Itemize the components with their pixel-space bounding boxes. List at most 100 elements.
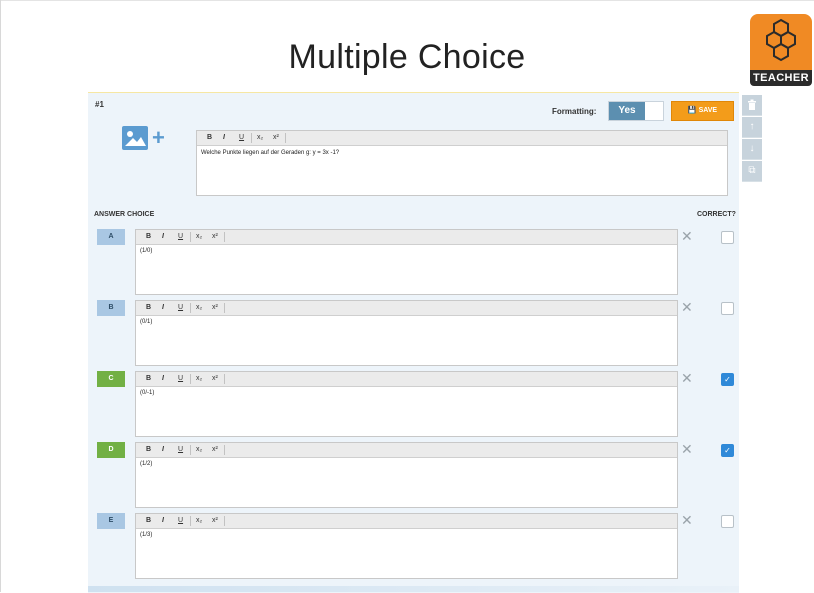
toolbar-separator [224,516,225,526]
toolbar-separator [285,133,286,143]
save-label: SAVE [698,107,718,114]
close-icon[interactable]: ✕ [681,299,693,316]
italic-button[interactable]: I [162,301,164,315]
editor-toolbar: B I Ux₂ x² [136,372,677,387]
subscript-button[interactable]: x₂ [257,131,263,145]
window-top-border [0,0,814,1]
subscript-button[interactable]: x₂ [196,514,202,528]
bold-button[interactable]: B [146,372,151,386]
correct-checkbox[interactable] [721,231,734,244]
toolbar-separator [190,445,191,455]
answer-editor-e[interactable]: B I Ux₂ x² (1/3) [135,513,678,579]
answer-text: (1/0) [140,248,153,254]
check-icon: ✓ [724,446,731,455]
editor-toolbar: B I U x₂ x² [197,131,727,146]
close-icon[interactable]: ✕ [681,370,693,387]
copy-icon[interactable]: ⧉ [742,161,762,182]
save-button[interactable]: 💾 SAVE [671,101,734,121]
correct-checkbox[interactable]: ✓ [721,444,734,457]
formatting-label: Formatting: [552,107,597,116]
honeycomb-icon [750,14,812,72]
toolbar-separator [224,303,225,313]
editor-toolbar: B I Ux₂ x² [136,443,677,458]
question-prompt: Welche Punkte liegen auf der Geraden g: … [201,150,340,156]
page-title: Multiple Choice [288,38,526,76]
correct-checkbox[interactable] [721,515,734,528]
underline-button[interactable]: U [178,372,183,386]
answer-letter-d: D [97,442,125,458]
underline-button[interactable]: U [178,443,183,457]
answer-text: (1/3) [140,532,153,538]
question-editor[interactable]: B I U x₂ x² Welche Punkte liegen auf der… [196,130,728,196]
close-icon[interactable]: ✕ [681,512,693,529]
answer-editor-a[interactable]: B I Ux₂ x² (1/0) [135,229,678,295]
superscript-button[interactable]: x² [212,514,218,528]
editor-toolbar: B I Ux₂ x² [136,301,677,316]
superscript-button[interactable]: x² [212,230,218,244]
window-left-border [0,0,1,592]
subscript-button[interactable]: x₂ [196,372,202,386]
toolbar-separator [224,232,225,242]
editor-toolbar: B I Ux₂ x² [136,514,677,529]
toolbar-separator [190,516,191,526]
correct-checkbox[interactable]: ✓ [721,373,734,386]
bold-button[interactable]: B [146,230,151,244]
subscript-button[interactable]: x₂ [196,230,202,244]
italic-button[interactable]: I [162,230,164,244]
underline-button[interactable]: U [178,230,183,244]
formatting-toggle[interactable]: Yes [608,101,664,121]
toolbar-separator [224,374,225,384]
answer-letter-c: C [97,371,125,387]
superscript-button[interactable]: x² [212,372,218,386]
bold-button[interactable]: B [146,301,151,315]
question-number: #1 [95,100,104,109]
save-icon: 💾 [687,107,697,114]
answer-editor-d[interactable]: B I Ux₂ x² (1/2) [135,442,678,508]
superscript-button[interactable]: x² [212,301,218,315]
toolbar-separator [251,133,252,143]
italic-button[interactable]: I [162,443,164,457]
check-icon: ✓ [724,375,731,384]
formatting-toggle-value: Yes [609,102,645,120]
correct-header: CORRECT? [697,211,736,218]
arrow-up-icon[interactable]: ↑ [742,117,762,138]
add-image-button[interactable]: + [122,126,182,152]
subscript-button[interactable]: x₂ [196,301,202,315]
toolbar-separator [224,445,225,455]
plus-icon: + [152,125,165,150]
answer-letter-a: A [97,229,125,245]
answer-letter-e: E [97,513,125,529]
close-icon[interactable]: ✕ [681,228,693,245]
trash-icon[interactable] [742,95,762,116]
answer-editor-b[interactable]: B I Ux₂ x² (0/1) [135,300,678,366]
superscript-button[interactable]: x² [273,131,279,145]
answer-editor-c[interactable]: B I Ux₂ x² (0/-1) [135,371,678,437]
answer-choice-header: ANSWER CHOICE [94,211,155,218]
answer-text: (1/2) [140,461,153,467]
bold-button[interactable]: B [146,514,151,528]
italic-button[interactable]: I [223,131,225,145]
image-icon [122,126,148,150]
toolbar-separator [190,303,191,313]
bold-button[interactable]: B [207,131,212,145]
underline-button[interactable]: U [178,514,183,528]
teacher-label: TEACHER [750,70,812,86]
italic-button[interactable]: I [162,514,164,528]
subscript-button[interactable]: x₂ [196,443,202,457]
underline-button[interactable]: U [239,131,244,145]
teacher-badge: TEACHER [750,14,812,86]
answer-text: (0/1) [140,319,153,325]
close-icon[interactable]: ✕ [681,441,693,458]
italic-button[interactable]: I [162,372,164,386]
arrow-down-icon[interactable]: ↓ [742,139,762,160]
panel-bottom-bar [88,586,739,592]
underline-button[interactable]: U [178,301,183,315]
answer-text: (0/-1) [140,390,155,396]
answer-letter-b: B [97,300,125,316]
toolbar-separator [190,374,191,384]
superscript-button[interactable]: x² [212,443,218,457]
bold-button[interactable]: B [146,443,151,457]
toolbar-separator [190,232,191,242]
editor-toolbar: B I Ux₂ x² [136,230,677,245]
correct-checkbox[interactable] [721,302,734,315]
